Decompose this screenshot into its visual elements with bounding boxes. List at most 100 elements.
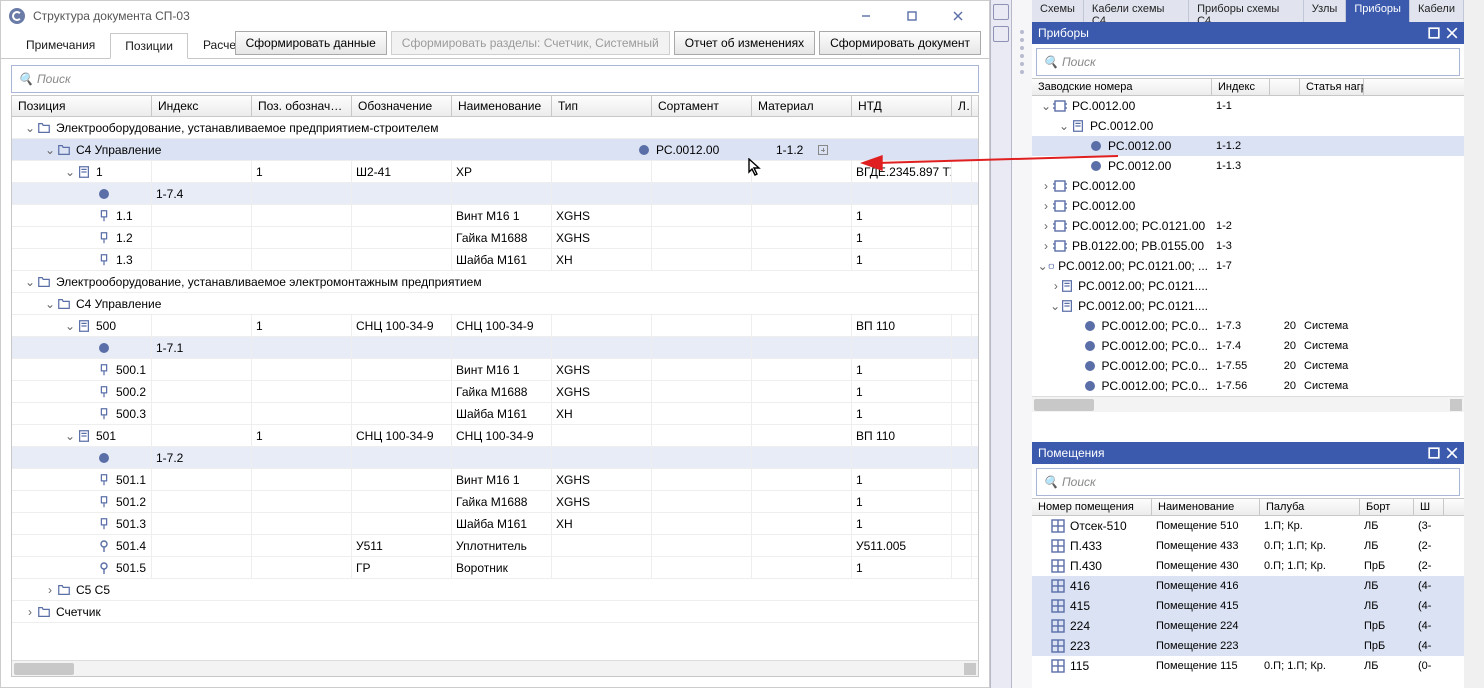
devices-row[interactable]: РС.0012.00; РС.0...1-7.420Система <box>1032 336 1464 356</box>
toggle-icon[interactable]: ⌄ <box>64 429 76 443</box>
rooms-row[interactable]: 223Помещение 223ПрБ(4- <box>1032 636 1464 656</box>
grid-header-col[interactable]: Тип <box>552 96 652 116</box>
devices-row[interactable]: РС.0012.001-1.2 <box>1032 136 1464 156</box>
grid-header-col[interactable]: Поз. обозначени <box>252 96 352 116</box>
grid-row[interactable]: 501.2Гайка М1688XGHS1 <box>12 491 978 513</box>
grid-row[interactable]: ›Счетчик <box>12 601 978 623</box>
grid-row[interactable]: ⌄Электрооборудование, устанавливаемое эл… <box>12 271 978 293</box>
panel-close-icon[interactable] <box>1446 27 1458 39</box>
devices-header-col[interactable]: Индекс <box>1212 79 1270 95</box>
rooms-row[interactable]: П.433Помещение 4330.П; 1.П; Кр.ЛБ(2- <box>1032 536 1464 556</box>
left-tab-0[interactable]: Примечания <box>11 32 110 58</box>
grid-row[interactable]: ›С5 С5 <box>12 579 978 601</box>
rooms-header-col[interactable]: Борт <box>1360 499 1414 515</box>
grid-row[interactable]: 1.3Шайба М161XH1 <box>12 249 978 271</box>
rooms-header-col[interactable]: Ш <box>1414 499 1444 515</box>
rooms-grid-body[interactable]: Отсек-510Помещение 5101.П; Кр.ЛБ(3-П.433… <box>1032 516 1464 688</box>
devices-row[interactable]: ›РС.0012.00 <box>1032 176 1464 196</box>
rooms-search[interactable]: 🔍 Поиск <box>1036 468 1460 496</box>
toggle-icon[interactable]: › <box>1040 199 1052 213</box>
mid-toolbar-btn-1[interactable] <box>993 4 1009 20</box>
rooms-row[interactable]: П.430Помещение 4300.П; 1.П; Кр.ПрБ(2- <box>1032 556 1464 576</box>
devices-row[interactable]: РС.0012.001-1.3 <box>1032 156 1464 176</box>
grid-row[interactable]: 1-7.1 <box>12 337 978 359</box>
devices-grid-body[interactable]: ⌄РС.0012.001-1⌄РС.0012.00РС.0012.001-1.2… <box>1032 96 1464 396</box>
rooms-row[interactable]: Отсек-510Помещение 5101.П; Кр.ЛБ(3- <box>1032 516 1464 536</box>
rooms-header-col[interactable]: Наименование <box>1152 499 1260 515</box>
toggle-icon[interactable]: ⌄ <box>44 297 56 311</box>
toggle-icon[interactable]: ⌄ <box>64 319 76 333</box>
right-tab-3[interactable]: Узлы <box>1304 0 1347 22</box>
rooms-row[interactable]: 415Помещение 415ЛБ(4- <box>1032 596 1464 616</box>
grid-header-col[interactable]: Сортамент <box>652 96 752 116</box>
toolbar-btn-2[interactable]: Отчет об изменениях <box>674 31 815 55</box>
rooms-row[interactable]: 224Помещение 224ПрБ(4- <box>1032 616 1464 636</box>
toggle-icon[interactable]: › <box>44 583 56 597</box>
grid-row[interactable]: 500.1Винт М16 1XGHS1 <box>12 359 978 381</box>
right-tab-0[interactable]: Схемы <box>1032 0 1084 22</box>
toggle-icon[interactable]: ⌄ <box>64 165 76 179</box>
rooms-row[interactable]: 416Помещение 416ЛБ(4- <box>1032 576 1464 596</box>
rooms-header-col[interactable]: Номер помещения <box>1032 499 1152 515</box>
grid-row[interactable]: 1-7.4 <box>12 183 978 205</box>
toggle-icon[interactable]: › <box>24 605 36 619</box>
expand-plus-icon[interactable] <box>818 145 828 155</box>
devices-row[interactable]: ›РС.0012.00; РС.0121.... <box>1032 276 1464 296</box>
devices-row[interactable]: ›РС.0012.00 <box>1032 196 1464 216</box>
rooms-header-col[interactable]: Палуба <box>1260 499 1360 515</box>
rooms-row[interactable]: 115Помещение 1150.П; 1.П; Кр.ЛБ(0- <box>1032 656 1464 676</box>
devices-row[interactable]: РС.0012.00; РС.0...1-7.5620Система <box>1032 376 1464 396</box>
grid-header-col[interactable]: Индекс <box>152 96 252 116</box>
grid-header-col[interactable]: Наименование <box>452 96 552 116</box>
grid-row[interactable]: 1.2Гайка М1688XGHS1 <box>12 227 978 249</box>
grid-row[interactable]: 500.3Шайба М161XH1 <box>12 403 978 425</box>
toggle-icon[interactable]: ⌄ <box>24 121 36 135</box>
panel-close-icon[interactable] <box>1446 447 1458 459</box>
panel-dock-icon[interactable] <box>1428 447 1440 459</box>
right-tab-1[interactable]: Кабели схемы С4 <box>1084 0 1189 22</box>
devices-search[interactable]: 🔍 Поиск <box>1036 48 1460 76</box>
toggle-icon[interactable]: › <box>1040 219 1052 233</box>
grid-row[interactable]: 501.4У511УплотнительУ511.005 <box>12 535 978 557</box>
left-tab-1[interactable]: Позиции <box>110 33 188 59</box>
grid-row[interactable]: ⌄С4 УправлениеРС.0012.001-1.2 <box>12 139 978 161</box>
grid-row[interactable]: 500.2Гайка М1688XGHS1 <box>12 381 978 403</box>
grid-header-col[interactable]: Позиция <box>12 96 152 116</box>
grid-header-col[interactable]: НТД <box>852 96 952 116</box>
grid-row[interactable]: ⌄5011СНЦ 100-34-9СНЦ 100-34-9ВП 110 <box>12 425 978 447</box>
devices-header-col[interactable]: Статья нагру <box>1300 79 1364 95</box>
devices-row[interactable]: ⌄РС.0012.00; РС.0121.00; ...1-7 <box>1032 256 1464 276</box>
panel-dock-icon[interactable] <box>1428 27 1440 39</box>
grid-row[interactable]: ⌄С4 Управление <box>12 293 978 315</box>
grid-body[interactable]: ⌄Электрооборудование, устанавливаемое пр… <box>12 117 978 660</box>
devices-row[interactable]: ›РВ.0122.00; РВ.0155.001-3 <box>1032 236 1464 256</box>
close-button[interactable] <box>935 1 981 31</box>
toggle-icon[interactable]: ⌄ <box>24 275 36 289</box>
grid-row[interactable]: 1-7.2 <box>12 447 978 469</box>
toolbar-btn-3[interactable]: Сформировать документ <box>819 31 981 55</box>
devices-row[interactable]: ⌄РС.0012.00 <box>1032 116 1464 136</box>
toggle-icon[interactable]: ⌄ <box>1038 259 1048 273</box>
toolbar-btn-0[interactable]: Сформировать данные <box>235 31 387 55</box>
mid-toolbar-btn-2[interactable] <box>993 26 1009 42</box>
grid-hscroll[interactable] <box>12 660 978 676</box>
devices-row[interactable]: ›РС.0012.00; РС.0121.001-2 <box>1032 216 1464 236</box>
toggle-icon[interactable]: ⌄ <box>1050 299 1060 313</box>
grid-row[interactable]: 1.1Винт М16 1XGHS1 <box>12 205 978 227</box>
toggle-icon[interactable]: › <box>1040 179 1052 193</box>
devices-header-col[interactable] <box>1270 79 1300 95</box>
right-tab-4[interactable]: Приборы <box>1346 0 1410 22</box>
devices-hscroll[interactable] <box>1032 396 1464 412</box>
toggle-icon[interactable]: ⌄ <box>1058 119 1070 133</box>
devices-row[interactable]: ⌄РС.0012.001-1 <box>1032 96 1464 116</box>
grid-header-col[interactable]: Обозначение <box>352 96 452 116</box>
grid-header-col[interactable]: Ли <box>952 96 972 116</box>
splitter-gutter[interactable] <box>1012 0 1032 688</box>
minimize-button[interactable] <box>843 1 889 31</box>
devices-header-col[interactable]: Заводские номера <box>1032 79 1212 95</box>
right-tab-2[interactable]: Приборы схемы С4 <box>1189 0 1304 22</box>
grid-row[interactable]: 501.5ГРВоротник1 <box>12 557 978 579</box>
toggle-icon[interactable]: › <box>1040 239 1052 253</box>
search-row[interactable]: 🔍 Поиск <box>11 65 979 93</box>
right-tab-5[interactable]: Кабели <box>1410 0 1464 22</box>
